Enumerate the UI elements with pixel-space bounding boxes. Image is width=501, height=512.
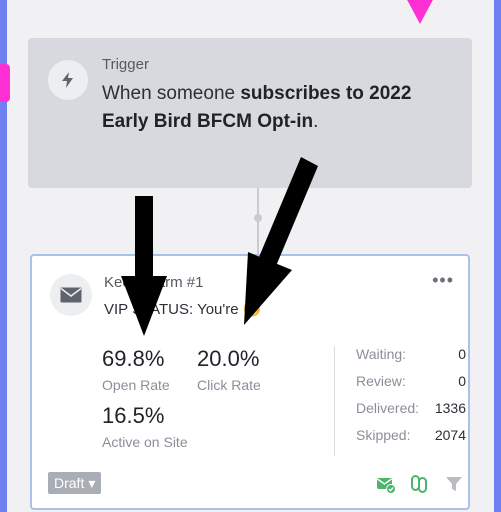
annotation-arrows [121, 157, 318, 336]
annotation-arrow-click-rate [244, 157, 318, 325]
annotation-arrow-open-rate [121, 196, 167, 336]
